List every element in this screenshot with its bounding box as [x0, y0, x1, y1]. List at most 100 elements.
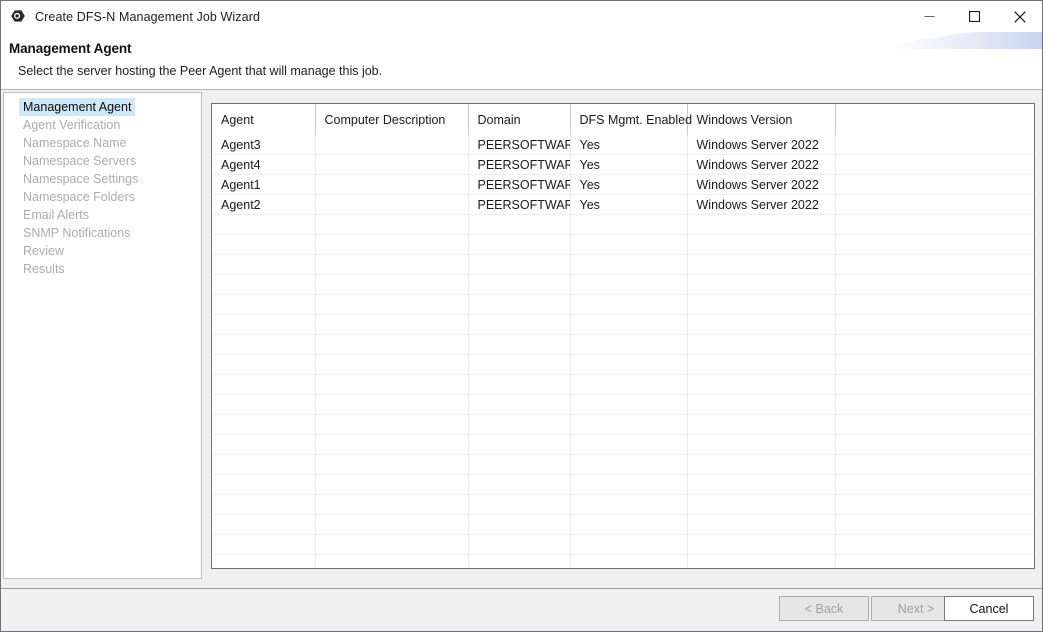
table-cell-empty [468, 234, 571, 255]
minimize-icon[interactable] [907, 1, 952, 32]
title-bar: Create DFS-N Management Job Wizard [1, 1, 1042, 32]
sidebar-item-review: Review [23, 244, 64, 258]
table-cell-empty [570, 274, 688, 295]
table-row-empty[interactable] [212, 354, 1034, 375]
table-cell [315, 154, 469, 175]
cancel-button[interactable]: Cancel [944, 596, 1034, 621]
table-cell-empty [468, 274, 571, 295]
table-cell-empty [687, 474, 836, 495]
table-cell-empty [315, 394, 469, 415]
table-cell-empty [468, 394, 571, 415]
sidebar-item-email-alerts: Email Alerts [23, 208, 89, 222]
close-icon[interactable] [997, 1, 1042, 32]
table-row-empty[interactable] [212, 394, 1034, 415]
table-cell [835, 194, 1034, 215]
table-cell-empty [315, 514, 469, 535]
table-cell [315, 135, 469, 155]
table-cell-empty [687, 254, 836, 275]
table-cell-empty [835, 494, 1034, 515]
column-header-windows-version[interactable]: Windows Version [687, 104, 836, 135]
table-row-empty[interactable] [212, 334, 1034, 355]
table-cell-empty [468, 474, 571, 495]
table-row-empty[interactable] [212, 314, 1034, 335]
table-cell: Windows Server 2022 [687, 154, 836, 175]
table-cell-empty [468, 534, 571, 555]
table-cell-empty [315, 274, 469, 295]
table-cell-empty [315, 354, 469, 375]
table-cell-empty [570, 314, 688, 335]
table-cell-empty [570, 414, 688, 435]
table-row-empty[interactable] [212, 374, 1034, 395]
table-cell-empty [212, 254, 316, 275]
table-cell-empty [570, 294, 688, 315]
table-cell-empty [687, 354, 836, 375]
table-row-empty[interactable] [212, 234, 1034, 255]
table-cell: PEERSOFTWARE [468, 154, 571, 175]
table-cell-empty [687, 434, 836, 455]
agent-table-panel[interactable]: Agent Computer Description Domain DFS Mgmt.… [211, 103, 1035, 569]
column-header-domain[interactable]: Domain [468, 104, 571, 135]
wizard-window: Create DFS-N Management Job Wizard Manag… [0, 0, 1043, 632]
table-cell-empty [570, 454, 688, 475]
table-cell: PEERSOFTWARE [468, 194, 571, 215]
table-cell-empty [315, 294, 469, 315]
table-cell-empty [835, 534, 1034, 555]
wizard-header: Management Agent Select the server hosti… [1, 32, 1042, 89]
sidebar-item-agent-verification: Agent Verification [23, 118, 121, 132]
table-cell-empty [687, 554, 836, 568]
sidebar-item-management-agent[interactable]: Management Agent [19, 98, 136, 116]
sidebar-item-namespace-name: Namespace Name [23, 136, 127, 150]
table-cell: Windows Server 2022 [687, 174, 836, 195]
table-cell-empty [687, 414, 836, 435]
table-cell-empty [468, 554, 571, 568]
table-row-empty[interactable] [212, 494, 1034, 515]
table-cell-empty [212, 474, 316, 495]
table-cell-empty [835, 394, 1034, 415]
table-row-empty[interactable] [212, 514, 1034, 535]
table-row-empty[interactable] [212, 474, 1034, 495]
table-cell-empty [835, 474, 1034, 495]
agent-table-head: Agent Computer Description Domain DFS Mgmt.… [212, 104, 1034, 135]
table-row-empty[interactable] [212, 254, 1034, 275]
table-cell-empty [315, 374, 469, 395]
table-row-empty[interactable] [212, 214, 1034, 235]
table-cell-empty [835, 514, 1034, 535]
table-row-empty[interactable] [212, 274, 1034, 295]
table-row[interactable]: Agent1 PEERSOFTWAREYesWindows Server 2022 [212, 174, 1034, 195]
table-cell-empty [835, 334, 1034, 355]
column-header-dfs-mgmt-enabled[interactable]: DFS Mgmt. Enabled [570, 104, 692, 135]
wizard-footer: < Back Next > Cancel [1, 588, 1042, 631]
table-cell-empty [212, 334, 316, 355]
table-cell-empty [570, 234, 688, 255]
table-cell-empty [212, 274, 316, 295]
column-header-computer-description[interactable]: Computer Description [315, 104, 469, 135]
table-cell-empty [315, 494, 469, 515]
table-cell-empty [687, 234, 836, 255]
table-cell-empty [212, 374, 316, 395]
column-header-blank[interactable] [835, 104, 1034, 135]
table-row-empty[interactable] [212, 414, 1034, 435]
table-cell-empty [468, 454, 571, 475]
table-cell-empty [570, 254, 688, 275]
table-row-empty[interactable] [212, 534, 1034, 555]
table-row-empty[interactable] [212, 434, 1034, 455]
table-cell-empty [212, 414, 316, 435]
table-cell-empty [570, 354, 688, 375]
table-cell [835, 174, 1034, 195]
table-row[interactable]: Agent4 PEERSOFTWAREYesWindows Server 2022 [212, 154, 1034, 175]
maximize-icon[interactable] [952, 1, 997, 32]
back-button[interactable]: < Back [779, 596, 869, 621]
table-row-empty[interactable] [212, 294, 1034, 315]
table-cell-empty [835, 294, 1034, 315]
column-header-agent[interactable]: Agent [212, 104, 316, 135]
table-cell-empty [687, 314, 836, 335]
table-row-empty[interactable] [212, 454, 1034, 475]
table-row[interactable]: Agent2 PEERSOFTWAREYesWindows Server 2022 [212, 194, 1034, 215]
table-cell-empty [212, 394, 316, 415]
table-row-empty[interactable] [212, 554, 1034, 568]
table-cell-empty [835, 354, 1034, 375]
table-cell-empty [468, 294, 571, 315]
table-cell-empty [315, 214, 469, 235]
table-row[interactable]: Agent3 PEERSOFTWAREYesWindows Server 2022 [212, 135, 1034, 155]
table-cell-empty [687, 274, 836, 295]
